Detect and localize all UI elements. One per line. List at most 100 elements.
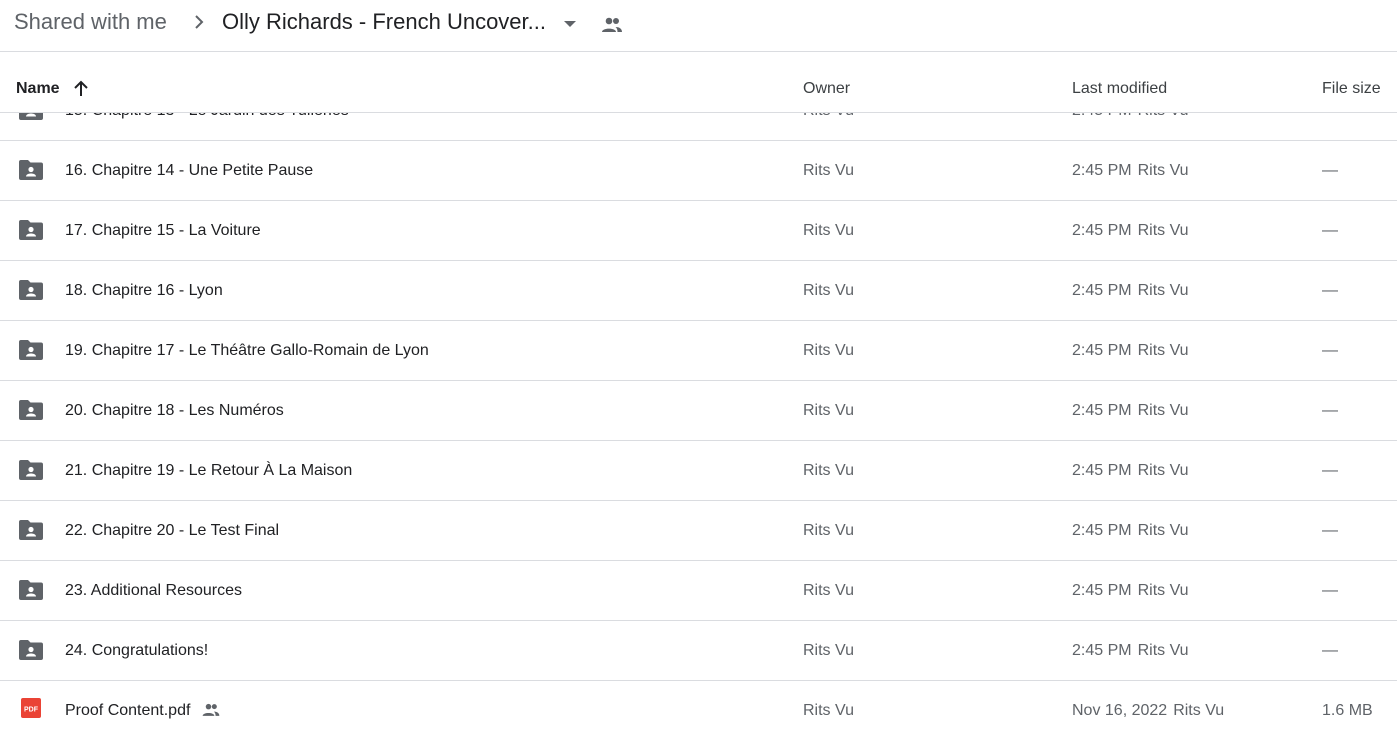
sort-ascending-icon[interactable] [72, 79, 90, 99]
file-size: — [1322, 113, 1338, 121]
file-name: 22. Chapitre 20 - Le Test Final [65, 522, 280, 539]
file-owner: Rits Vu [803, 582, 854, 599]
modified-by: Rits Vu [1137, 162, 1189, 179]
file-owner: Rits Vu [803, 222, 854, 239]
file-last-modified: 2:45 PM Rits Vu [1072, 521, 1189, 541]
file-owner: Rits Vu [803, 522, 854, 539]
caret-down-icon[interactable] [560, 14, 580, 34]
modified-time: Nov 16, 2022 [1072, 702, 1168, 719]
file-last-modified: 2:45 PM Rits Vu [1072, 113, 1189, 121]
modified-by: Rits Vu [1137, 642, 1189, 659]
table-row[interactable]: 16. Chapitre 14 - Une Petite Pause Rits V… [0, 141, 1397, 201]
modified-time: 2:45 PM [1072, 113, 1132, 119]
table-row[interactable]: 23. Additional Resources Rits Vu 2:45 PM Ri… [0, 561, 1397, 621]
modified-time: 2:45 PM [1072, 522, 1132, 539]
table-row[interactable]: 19. Chapitre 17 - Le Théâtre Gallo-Romai… [0, 321, 1397, 381]
shared-folder-icon [19, 113, 43, 120]
file-name: 24. Congratulations! [65, 642, 209, 659]
shared-folder-icon [19, 460, 43, 480]
file-name: Proof Content.pdf [65, 702, 191, 719]
file-last-modified: 2:45 PM Rits Vu [1072, 641, 1189, 661]
file-size: — [1322, 162, 1338, 179]
shared-folder-icon [19, 580, 43, 600]
modified-by: Rits Vu [1173, 702, 1225, 719]
table-row[interactable]: 22. Chapitre 20 - Le Test Final Rits Vu 2:… [0, 501, 1397, 561]
file-last-modified: 2:45 PM Rits Vu [1072, 341, 1189, 361]
file-size: — [1322, 402, 1338, 419]
column-owner-header[interactable]: Owner [803, 79, 850, 99]
file-last-modified: 2:45 PM Rits Vu [1072, 281, 1189, 301]
shared-folder-icon [19, 400, 43, 420]
file-size: — [1322, 522, 1338, 539]
shared-folder-icon [19, 340, 43, 360]
table-row[interactable]: 20. Chapitre 18 - Les Numéros Rits Vu 2:45… [0, 381, 1397, 441]
file-name: 18. Chapitre 16 - Lyon [65, 282, 223, 299]
file-name: 20. Chapitre 18 - Les Numéros [65, 402, 284, 419]
table-row[interactable]: PDF Proof Content.pdf Rits Vu Nov 16, 2022 R… [0, 681, 1397, 739]
file-owner: Rits Vu [803, 342, 854, 359]
column-name-header[interactable]: Name [16, 79, 60, 99]
breadcrumb-current-folder[interactable]: Olly Richards - French Uncover... [222, 8, 546, 36]
file-last-modified: 2:45 PM Rits Vu [1072, 221, 1189, 241]
table-row[interactable]: 15. Chapitre 13 - Le Jardin des Tuilerie… [0, 113, 1397, 141]
column-header: Name Owner Last modified File size [0, 52, 1397, 113]
file-size: — [1322, 282, 1338, 299]
table-row[interactable]: 24. Congratulations! Rits Vu 2:45 PM Rits V… [0, 621, 1397, 681]
breadcrumb: Shared with me Olly Richards - French Un… [0, 0, 1397, 52]
chevron-right-icon [195, 15, 204, 29]
column-last-modified-header[interactable]: Last modified [1072, 79, 1167, 99]
column-file-size-header[interactable]: File size [1322, 79, 1381, 99]
modified-by: Rits Vu [1138, 113, 1189, 119]
table-row[interactable]: 21. Chapitre 19 - Le Retour À La Maison R… [0, 441, 1397, 501]
file-last-modified: 2:45 PM Rits Vu [1072, 581, 1189, 601]
file-owner: Rits Vu [803, 113, 854, 121]
modified-time: 2:45 PM [1072, 282, 1132, 299]
modified-time: 2:45 PM [1072, 162, 1132, 179]
file-list[interactable]: 15. Chapitre 13 - Le Jardin des Tuilerie… [0, 113, 1397, 739]
file-size: — [1322, 222, 1338, 239]
modified-by: Rits Vu [1137, 582, 1189, 599]
file-owner: Rits Vu [803, 702, 854, 719]
file-owner: Rits Vu [803, 642, 854, 659]
shared-folder-icon [19, 160, 43, 180]
file-last-modified: 2:45 PM Rits Vu [1072, 461, 1189, 481]
table-row[interactable]: 17. Chapitre 15 - La Voiture Rits Vu 2:45 … [0, 201, 1397, 261]
file-name: 19. Chapitre 17 - Le Théâtre Gallo-Romai… [65, 342, 429, 359]
modified-by: Rits Vu [1137, 522, 1189, 539]
shared-people-icon [202, 703, 220, 716]
svg-text:PDF: PDF [24, 707, 39, 714]
file-name: 21. Chapitre 19 - Le Retour À La Maison [65, 462, 353, 479]
breadcrumb-shared-with-me[interactable]: Shared with me [14, 8, 167, 36]
file-last-modified: Nov 16, 2022 Rits Vu [1072, 701, 1224, 721]
modified-time: 2:45 PM [1072, 642, 1132, 659]
file-name: 23. Additional Resources [65, 582, 242, 599]
modified-time: 2:45 PM [1072, 342, 1132, 359]
file-size: — [1322, 462, 1338, 479]
modified-by: Rits Vu [1137, 462, 1189, 479]
file-name: 16. Chapitre 14 - Une Petite Pause [65, 162, 314, 179]
file-size: — [1322, 642, 1338, 659]
modified-time: 2:45 PM [1072, 222, 1132, 239]
file-owner: Rits Vu [803, 162, 854, 179]
pdf-icon: PDF [21, 698, 41, 718]
modified-time: 2:45 PM [1072, 402, 1132, 419]
file-last-modified: 2:45 PM Rits Vu [1072, 161, 1189, 181]
file-owner: Rits Vu [803, 282, 854, 299]
file-last-modified: 2:45 PM Rits Vu [1072, 401, 1189, 421]
modified-time: 2:45 PM [1072, 582, 1132, 599]
shared-folder-icon [19, 280, 43, 300]
shared-folder-icon [19, 520, 43, 540]
table-row[interactable]: 18. Chapitre 16 - Lyon Rits Vu 2:45 PM Rits… [0, 261, 1397, 321]
modified-time: 2:45 PM [1072, 462, 1132, 479]
shared-folder-icon [19, 220, 43, 240]
file-size: 1.6 MB [1322, 702, 1373, 719]
shared-people-icon [602, 17, 622, 32]
file-owner: Rits Vu [803, 462, 854, 479]
modified-by: Rits Vu [1137, 342, 1189, 359]
modified-by: Rits Vu [1137, 282, 1189, 299]
file-size: — [1322, 342, 1338, 359]
modified-by: Rits Vu [1137, 222, 1189, 239]
file-name: 17. Chapitre 15 - La Voiture [65, 222, 261, 239]
modified-by: Rits Vu [1137, 402, 1189, 419]
file-owner: Rits Vu [803, 402, 854, 419]
